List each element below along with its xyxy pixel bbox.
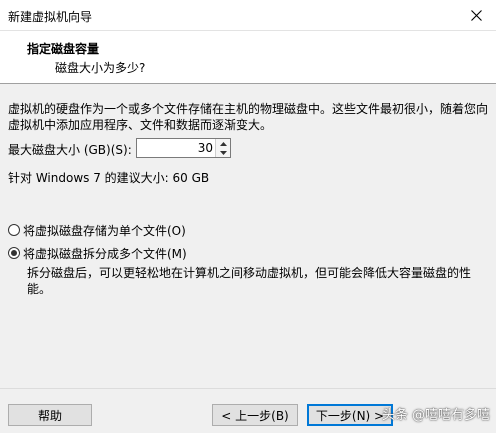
stepper-arrows	[215, 139, 230, 157]
close-icon	[470, 9, 482, 21]
multiple-files-label: 将虚拟磁盘拆分成多个文件(M)	[23, 246, 187, 261]
next-button[interactable]: 下一步(N) >	[307, 404, 393, 426]
page-heading: 指定磁盘容量	[27, 42, 100, 56]
back-button[interactable]: < 上一步(B)	[212, 404, 298, 426]
multiple-files-radio[interactable]	[8, 247, 20, 259]
multiple-files-option[interactable]: 将虚拟磁盘拆分成多个文件(M)	[8, 245, 187, 261]
disk-size-row: 最大磁盘大小 (GB)(S):	[8, 138, 488, 160]
single-file-label: 将虚拟磁盘存储为单个文件(O)	[23, 223, 186, 238]
disk-size-stepper[interactable]	[136, 138, 231, 158]
chevron-up-icon	[219, 141, 227, 146]
disk-size-label: 最大磁盘大小 (GB)(S):	[8, 143, 132, 157]
help-button[interactable]: 帮助	[8, 404, 92, 426]
single-file-option[interactable]: 将虚拟磁盘存储为单个文件(O)	[8, 222, 186, 238]
single-file-radio[interactable]	[8, 224, 20, 236]
stepper-down-button[interactable]	[216, 148, 230, 157]
page-subheading: 磁盘大小为多少?	[55, 61, 146, 75]
disk-size-input[interactable]	[137, 139, 215, 157]
watermark: 头条 @嘻嘻有多嘻	[381, 408, 490, 423]
window-title: 新建虚拟机向导	[8, 10, 93, 24]
recommended-size-text: 针对 Windows 7 的建议大小: 60 GB	[8, 171, 210, 185]
footer-divider	[0, 388, 496, 389]
multiple-files-note: 拆分磁盘后，可以更轻松地在计算机之间移动虚拟机，但可能会降低大容量磁盘的性能。	[27, 266, 472, 296]
title-bar: 新建虚拟机向导	[0, 0, 496, 31]
wizard-header: 指定磁盘容量 磁盘大小为多少?	[0, 31, 496, 84]
close-button[interactable]	[456, 0, 496, 30]
chevron-down-icon	[219, 150, 227, 155]
description-text: 虚拟机的硬盘作为一个或多个文件存储在主机的物理磁盘中。这些文件最初很小，随着您向…	[8, 102, 489, 132]
